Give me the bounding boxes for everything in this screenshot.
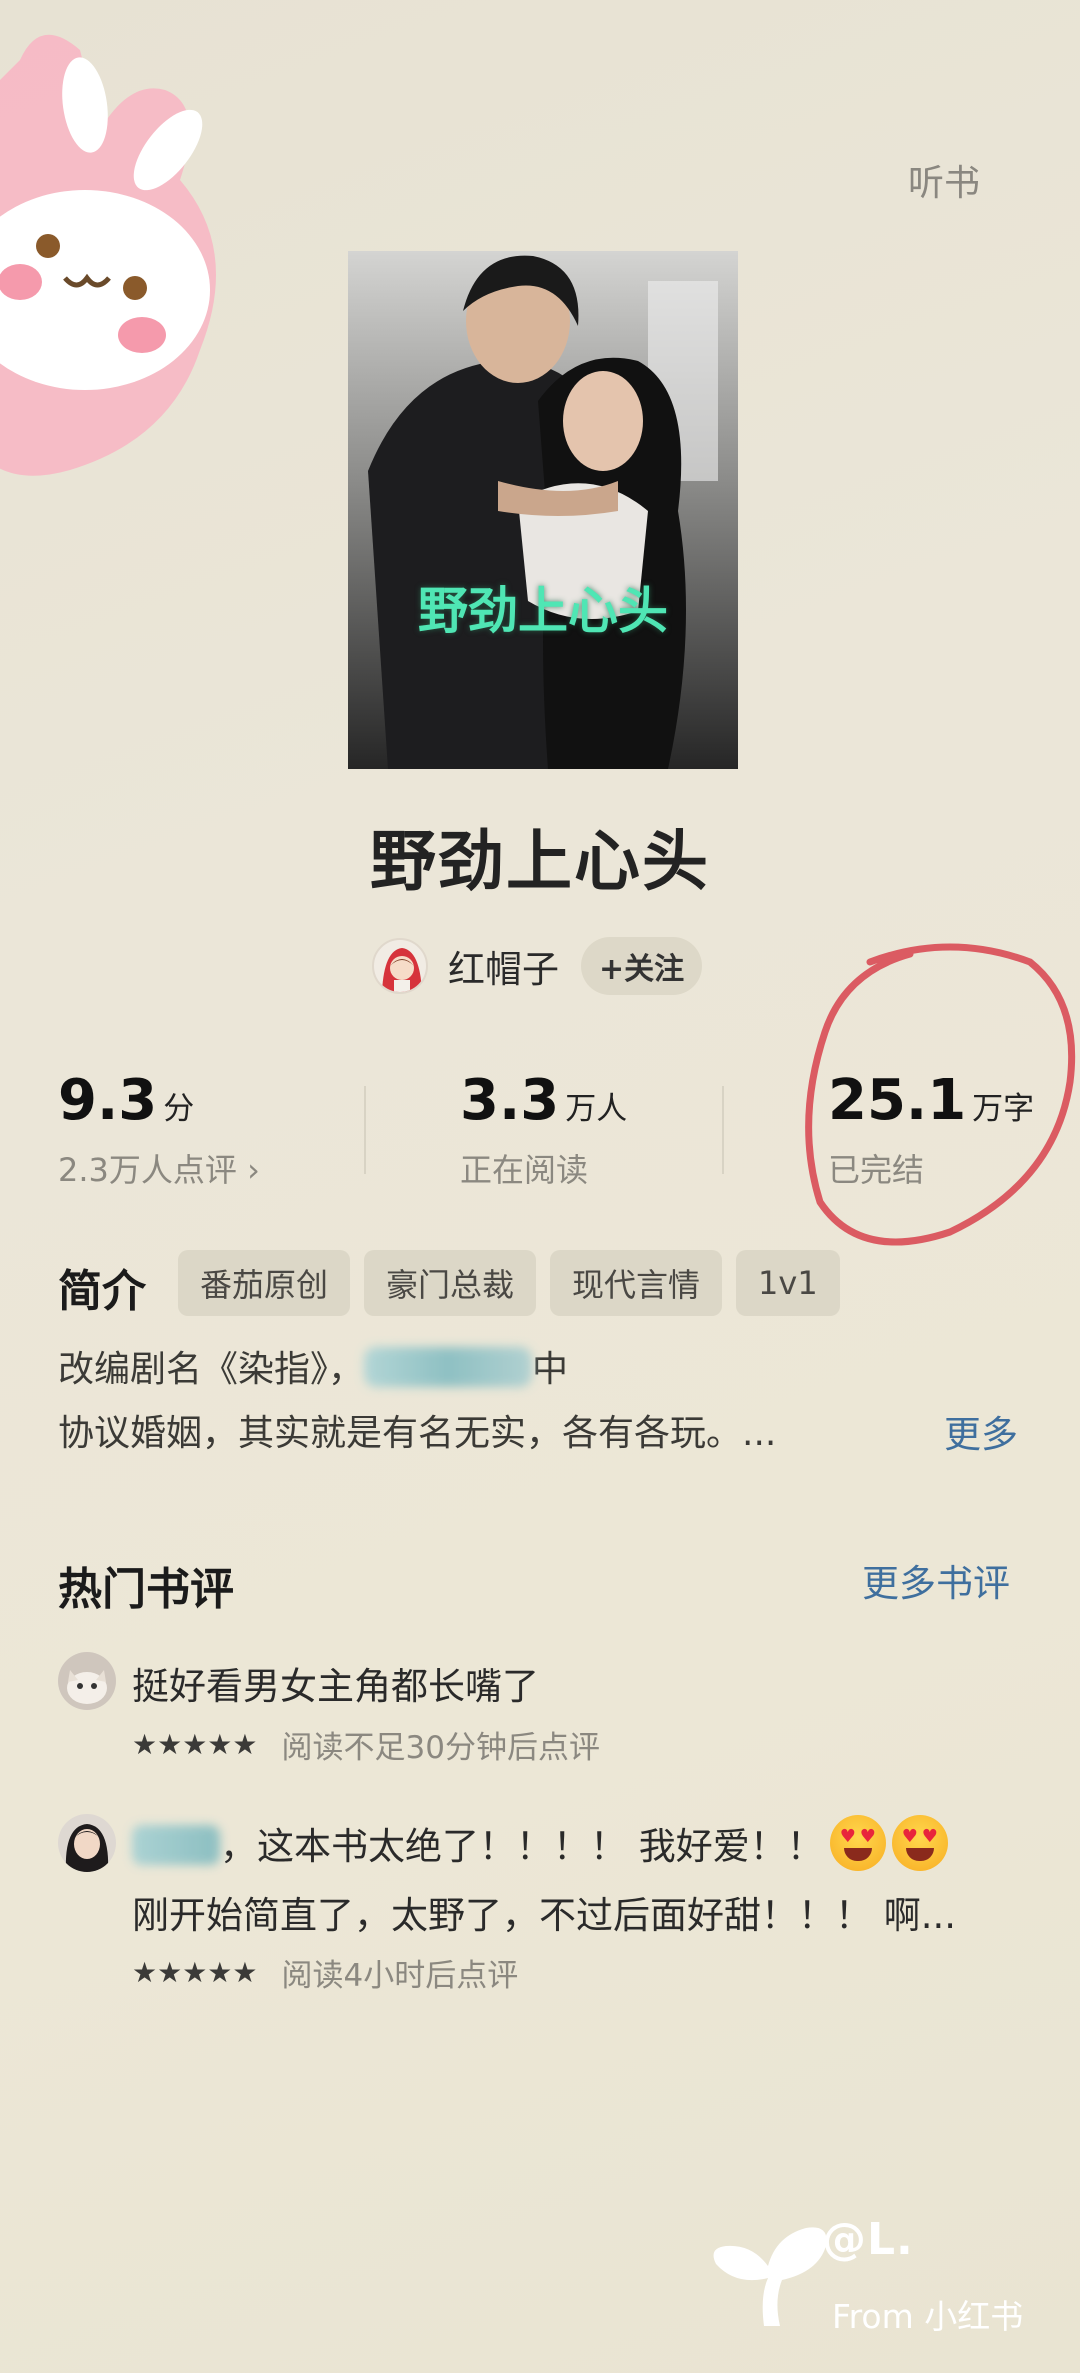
author-name[interactable]: 红帽子 <box>448 939 559 993</box>
review-meta: 阅读不足30分钟后点评 <box>281 1730 600 1766</box>
review-meta: 阅读4小时后点评 <box>281 1958 519 1994</box>
girl-avatar-icon <box>58 1814 116 1872</box>
intro-heading: 简介 <box>58 1266 146 1317</box>
cover-illustration <box>348 251 738 769</box>
red-circle-annotation <box>805 943 1076 1246</box>
tag-item[interactable]: 1v1 <box>736 1250 840 1316</box>
tag-item[interactable]: 现代言情 <box>550 1250 723 1316</box>
stat-divider <box>364 1086 366 1174</box>
stat-rating-value: 9.3 分 <box>58 1068 260 1133</box>
intro-text: 中 <box>532 1349 569 1390</box>
reviewer-avatar[interactable] <box>58 1814 116 1872</box>
intro-line-2: 协议婚姻，其实就是有名无实，各有各玩。... <box>58 1413 777 1454</box>
review-meta-row: ★★★★★ 阅读4小时后点评 <box>132 1950 518 1995</box>
intro-more-link[interactable]: 更多 <box>944 1404 1018 1458</box>
bunny-sticker-icon <box>0 34 216 476</box>
author-avatar[interactable] <box>372 938 428 994</box>
stat-divider <box>722 1086 724 1174</box>
rating-count-link[interactable]: 2.3万人点评 › <box>58 1145 260 1191</box>
stat-rating[interactable]: 9.3 分 2.3万人点评 › <box>58 1068 260 1191</box>
blurred-redaction <box>364 1347 533 1387</box>
heart-eyes-emoji-icon: ♥ ♥ <box>891 1815 948 1871</box>
review-text: ，这本书太绝了！！！！ 我好爱！！ ♥ ♥ ♥ ♥ <box>132 1815 948 1871</box>
more-reviews-link[interactable]: 更多书评 <box>862 1553 1010 1607</box>
readers-count: 3.3 <box>460 1068 560 1133</box>
blurred-name <box>132 1825 220 1865</box>
book-title: 野劲上心头 <box>370 823 710 900</box>
review-text-body: ，这本书太绝了！！！！ 我好爱！！ <box>220 1825 824 1868</box>
readers-label: 正在阅读 <box>460 1151 589 1189</box>
tag-item[interactable]: 番茄原创 <box>178 1250 351 1316</box>
tag-item[interactable]: 豪门总裁 <box>364 1250 537 1316</box>
review-text: 挺好看男女主角都长嘴了 <box>132 1665 539 1708</box>
book-cover-image[interactable]: 野劲上心头 <box>348 251 738 769</box>
star-rating: ★★★★★ <box>132 1728 258 1761</box>
star-rating: ★★★★★ <box>132 1956 258 1989</box>
intro-line-1: 改编剧名《染指》， 中 <box>58 1340 568 1392</box>
review-meta-row: ★★★★★ 阅读不足30分钟后点评 <box>132 1722 600 1767</box>
readers-unit: 万人 <box>565 1091 628 1127</box>
tag-list: 番茄原创 豪门总裁 现代言情 1v1 <box>178 1250 840 1316</box>
reviewer-avatar[interactable] <box>58 1652 116 1710</box>
review-item[interactable] <box>58 1652 116 1710</box>
intro-text: 改编剧名《染指》， <box>58 1349 365 1390</box>
listen-button[interactable]: 听书 <box>908 154 980 206</box>
rating-score: 9.3 <box>58 1068 158 1133</box>
red-hood-avatar-icon <box>382 948 422 992</box>
review-item[interactable] <box>58 1814 116 1872</box>
watermark-handle: @L. <box>822 2214 914 2265</box>
rating-unit: 分 <box>163 1091 195 1127</box>
stat-readers-value: 3.3 万人 <box>460 1068 627 1133</box>
cover-title-text: 野劲上心头 <box>418 581 668 640</box>
review-text-line2: 刚开始简直了，太野了，不过后面好甜！！！ 啊... <box>132 1894 957 1937</box>
kitten-avatar-icon <box>58 1652 116 1710</box>
stat-readers: 3.3 万人 正在阅读 <box>460 1068 627 1191</box>
heart-eyes-emoji-icon: ♥ ♥ <box>829 1815 886 1871</box>
author-row[interactable]: 红帽子 +关注 <box>372 936 703 996</box>
follow-button[interactable]: +关注 <box>581 937 703 995</box>
reviews-heading: 热门书评 <box>58 1564 234 1615</box>
watermark-source: From 小红书 <box>832 2297 1024 2336</box>
